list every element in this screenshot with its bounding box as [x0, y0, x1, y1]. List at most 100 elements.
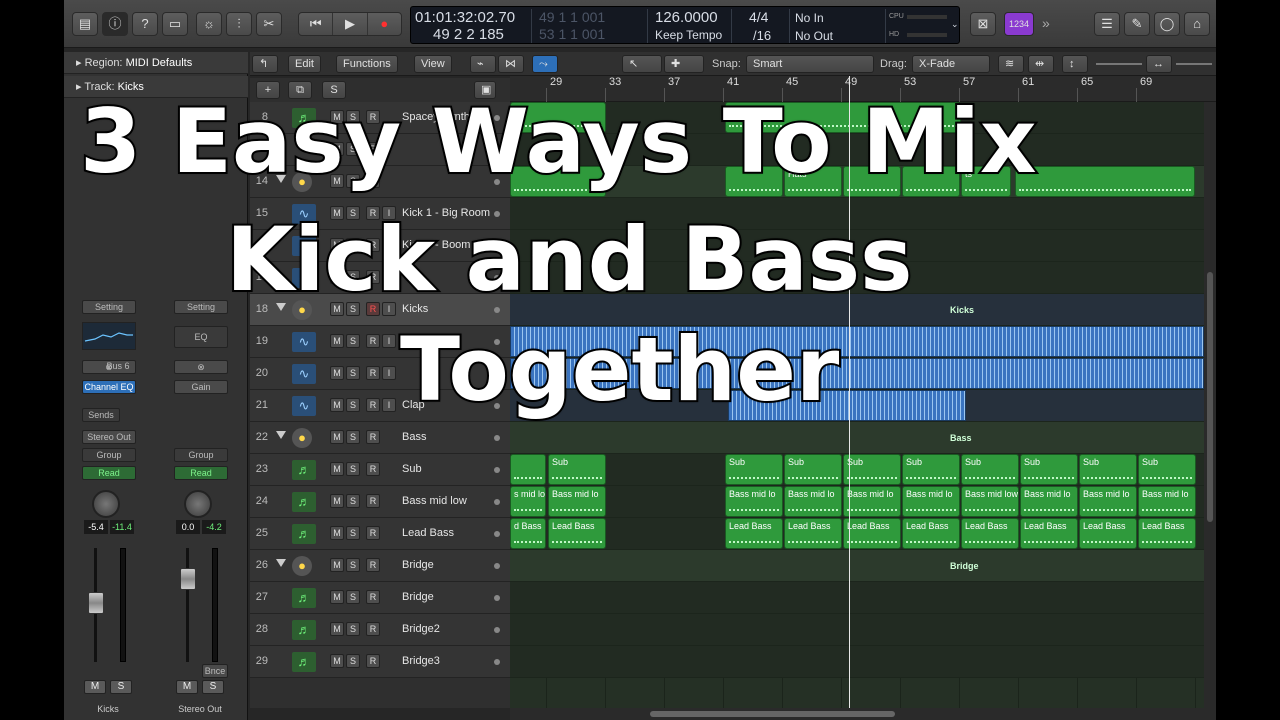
vertical-zoom-slider[interactable] — [1096, 63, 1142, 65]
disclosure-triangle-icon[interactable] — [276, 559, 286, 567]
solo-button[interactable]: S — [346, 206, 360, 220]
horizontal-zoom-icon[interactable]: ↔ — [1146, 55, 1172, 73]
solo-button[interactable]: S — [346, 110, 360, 124]
track-row[interactable]: 21 ∿ M S R I Clap — [250, 390, 510, 422]
mute-button[interactable]: M — [330, 238, 344, 252]
solo-button[interactable]: S — [346, 462, 360, 476]
channel-eq-slot[interactable]: Channel EQ — [82, 380, 136, 394]
solo-button[interactable]: S — [346, 622, 360, 636]
midi-region[interactable]: Sub — [843, 454, 901, 485]
midi-region[interactable]: Lead Bass — [1079, 518, 1137, 549]
disclosure-triangle-icon[interactable] — [276, 431, 286, 439]
track-name[interactable]: Bridge2 — [402, 623, 440, 635]
track-lane[interactable] — [510, 614, 1204, 646]
bounce-button[interactable]: Bnce — [202, 664, 228, 678]
audio-region[interactable] — [728, 390, 966, 421]
track-row[interactable]: 15 ∿ M S R I Kick 1 - Big Room — [250, 198, 510, 230]
track-name[interactable]: Bass — [402, 431, 426, 443]
track-lane[interactable] — [510, 198, 1204, 230]
record-enable-button[interactable]: R — [366, 558, 380, 572]
mute-button[interactable]: M — [330, 366, 344, 380]
lcd-dropdown-icon[interactable]: ⌄ — [951, 19, 959, 30]
midi-region[interactable]: Sub — [1138, 454, 1196, 485]
track-name[interactable]: Bridge — [402, 591, 434, 603]
midi-region[interactable]: Sub — [902, 454, 960, 485]
track-row[interactable]: 23 ♬ M S R Sub — [250, 454, 510, 486]
track-name[interactable]: Lead Bass — [402, 527, 454, 539]
view-menu[interactable]: View — [414, 55, 452, 73]
library-icon[interactable]: ▤ — [72, 12, 98, 36]
bar-ruler[interactable]: 29 33 37 41 45 49 53 57 61 65 69 — [510, 76, 1216, 102]
track-row[interactable]: 8 ♬ M S R Spacey Synth — [250, 102, 510, 134]
track-row[interactable]: 24 ♬ M S R Bass mid low — [250, 486, 510, 518]
output-slot[interactable]: Stereo Out — [82, 430, 136, 444]
midi-region[interactable]: Sub — [1020, 454, 1078, 485]
track-row[interactable]: 26 ● M S R Bridge — [250, 550, 510, 582]
global-solo-icon[interactable]: S — [322, 81, 346, 99]
midi-region[interactable]: Lead Bass — [725, 518, 783, 549]
fit-icon[interactable]: ⇹ — [1028, 55, 1054, 73]
mute-button[interactable]: M — [330, 622, 344, 636]
record-enable-button[interactable]: R — [366, 238, 380, 252]
mute-button[interactable]: M — [330, 526, 344, 540]
input-monitor-button[interactable]: I — [382, 302, 396, 316]
automation-mode[interactable]: Read — [174, 466, 228, 480]
track-row[interactable]: 22 ● M S R Bass — [250, 422, 510, 454]
midi-region[interactable]: Bass mid lo — [902, 486, 960, 517]
pointer-tool-icon[interactable]: ↖ — [622, 55, 662, 73]
track-name[interactable]: Sub — [402, 463, 422, 475]
midi-region[interactable] — [902, 166, 960, 197]
mute-button[interactable]: M — [330, 174, 344, 188]
track-row[interactable]: 28 ♬ M S R Bridge2 — [250, 614, 510, 646]
midi-region[interactable]: Lead Bass — [1020, 518, 1078, 549]
region-header[interactable]: ▸ Region: MIDI Defaults — [64, 52, 248, 74]
midi-region[interactable]: Sub — [548, 454, 606, 485]
midi-region[interactable]: Bass mid lo — [843, 486, 901, 517]
input-monitor-button[interactable]: I — [382, 398, 396, 412]
audio-region[interactable] — [510, 326, 1204, 357]
play-icon[interactable]: ▶ — [333, 13, 368, 35]
snap-select[interactable]: Smart — [746, 55, 874, 73]
toolbar-icon[interactable]: ▭ — [162, 12, 188, 36]
midi-region[interactable] — [1015, 166, 1195, 197]
mute-button[interactable]: M — [330, 494, 344, 508]
setting-button[interactable]: Setting — [82, 300, 136, 314]
waveform-zoom-icon[interactable]: ≋ — [998, 55, 1024, 73]
record-enable-button[interactable]: R — [366, 110, 380, 124]
flex-icon[interactable]: ⋈ — [498, 55, 524, 73]
record-icon[interactable]: ● — [368, 13, 401, 35]
track-name[interactable]: Spacey Synth — [402, 111, 470, 123]
mute-button[interactable]: M — [330, 110, 344, 124]
midi-region[interactable]: Lead Bass — [548, 518, 606, 549]
midi-region[interactable] — [725, 102, 961, 133]
arrange-area[interactable]: Hats ts Kicks Bass s mid lo d Bass Sub Bass mid… — [510, 102, 1204, 708]
record-enable-button[interactable]: R — [366, 270, 380, 284]
midi-region[interactable] — [843, 166, 901, 197]
record-enable-button[interactable]: R — [366, 462, 380, 476]
setting-button[interactable]: Setting — [174, 300, 228, 314]
midi-region[interactable]: Sub — [961, 454, 1019, 485]
mute-button[interactable]: M — [330, 462, 344, 476]
editors-icon[interactable]: ✂ — [256, 12, 282, 36]
solo-button[interactable]: S — [346, 494, 360, 508]
track-row[interactable]: 19 ∿ M S R I — [250, 326, 510, 358]
record-enable-button[interactable]: R — [366, 398, 380, 412]
mute-button[interactable]: M — [330, 430, 344, 444]
mute-button[interactable]: M — [330, 398, 344, 412]
track-name[interactable]: Bass mid low — [402, 495, 467, 507]
track-name[interactable]: Kick 2 - Boom — [402, 239, 470, 251]
mute-button[interactable]: M — [330, 590, 344, 604]
track-lane[interactable] — [510, 230, 1204, 262]
disclosure-triangle-icon[interactable] — [276, 303, 286, 311]
mixer-icon[interactable]: ⫶ — [226, 12, 252, 36]
list-editors-icon[interactable]: ☰ — [1094, 12, 1120, 36]
gain-slot[interactable]: Gain — [174, 380, 228, 394]
back-icon[interactable]: ↰ — [252, 55, 278, 73]
loop-browser-icon[interactable]: ◯ — [1154, 12, 1180, 36]
midi-region[interactable]: Bass mid lo — [725, 486, 783, 517]
track-lane[interactable] — [510, 582, 1204, 614]
midi-region[interactable]: Bass mid lo — [784, 486, 842, 517]
track-lane[interactable] — [510, 134, 1204, 166]
solo-button[interactable]: S — [346, 142, 360, 156]
midi-region[interactable]: Bass mid low — [961, 486, 1019, 517]
